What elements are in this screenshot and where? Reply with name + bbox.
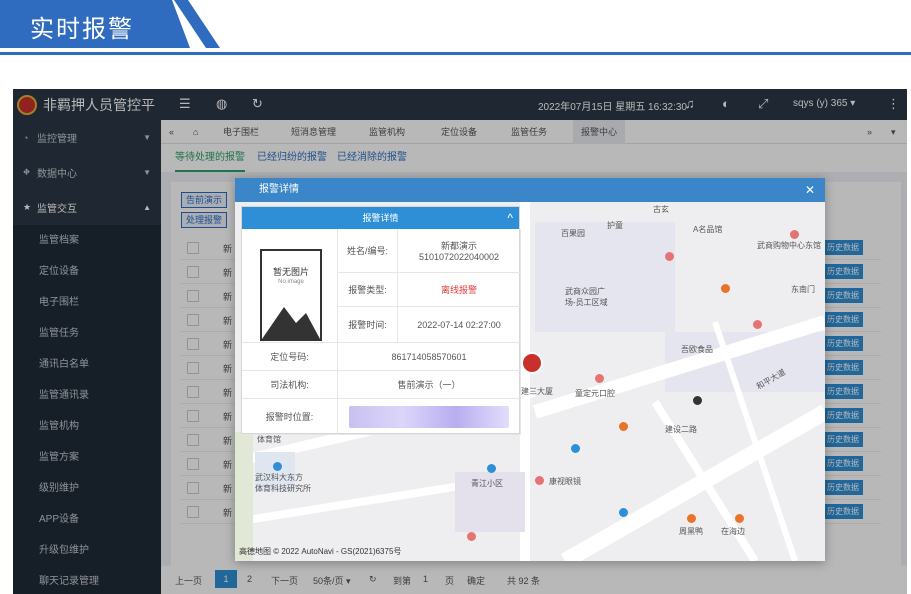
poi-marker-icon bbox=[753, 320, 762, 329]
banner-title: 实时报警 bbox=[30, 16, 134, 43]
map-label: 青江小区 bbox=[471, 479, 503, 488]
pos-label: 报警时位置: bbox=[242, 399, 338, 435]
map-label: 东南门 bbox=[791, 285, 815, 294]
map-label: 体育科技研究所 bbox=[255, 484, 311, 493]
close-icon[interactable]: ✕ bbox=[805, 178, 815, 202]
name-value-cell: 新都演示 5101072022040002 bbox=[398, 229, 521, 273]
map-label: 场-员工区域 bbox=[565, 298, 608, 307]
poi-marker-icon bbox=[665, 252, 674, 261]
poi-marker-icon bbox=[273, 462, 282, 471]
poi-marker-icon bbox=[790, 230, 799, 239]
metro-icon bbox=[693, 396, 702, 405]
map-label: 周黑鸭 bbox=[679, 527, 703, 536]
map-label: 百果园 bbox=[561, 229, 585, 238]
chevron-up-icon[interactable]: ^ bbox=[507, 207, 513, 229]
no-image-placeholder: 暂无图片 No image bbox=[260, 249, 322, 341]
map-label: 在海边 bbox=[721, 527, 745, 536]
bus-stop-icon bbox=[571, 444, 580, 453]
map-view[interactable]: 古玄 百果园 护童 A名品馆 武商众园广 场-员工区域 武商购物中心东馆 东南门… bbox=[235, 202, 825, 561]
poi-marker-icon bbox=[467, 532, 476, 541]
map-label: 武汉科大东方 bbox=[255, 473, 303, 482]
panel-title: 报警详情 bbox=[362, 213, 399, 223]
dialog-header: 报警详情 ✕ bbox=[235, 178, 825, 202]
mcdonalds-icon bbox=[721, 284, 730, 293]
map-label: 建三大厦 bbox=[521, 387, 553, 396]
map-label: 护童 bbox=[607, 221, 623, 230]
poi-marker-icon bbox=[619, 508, 628, 517]
map-label: 古玄 bbox=[653, 205, 669, 214]
alarm-info-panel: 报警详情 ^ 暂无图片 No image 姓名/编号: 新都演示 5101072… bbox=[241, 206, 521, 435]
loc-value: 861714058570601 bbox=[338, 343, 521, 371]
poi-marker-icon bbox=[595, 374, 604, 383]
dialog-title: 报警详情 bbox=[259, 184, 299, 195]
map-label: 武商众园广 bbox=[565, 287, 605, 296]
id-value: 5101072022040002 bbox=[418, 252, 500, 262]
map-label: 吾欧食品 bbox=[681, 345, 713, 354]
poi-marker-icon bbox=[687, 514, 696, 523]
map-label: 建设二路 bbox=[665, 425, 697, 434]
poi-marker-icon bbox=[535, 476, 544, 485]
poi-marker-icon bbox=[487, 464, 496, 473]
name-value: 新都演示 bbox=[440, 241, 477, 251]
map-label: 体育馆 bbox=[257, 435, 281, 444]
map-attribution: 高德地图 © 2022 AutoNavi - GS(2021)6375号 bbox=[239, 547, 402, 556]
map-label: 武商购物中心东馆 bbox=[757, 241, 821, 250]
poi-marker-icon bbox=[735, 514, 744, 523]
name-label: 姓名/编号: bbox=[338, 229, 398, 273]
org-value: 售前演示（一） bbox=[338, 371, 521, 399]
type-value: 离线报警 bbox=[398, 273, 521, 307]
person-location-pin-icon[interactable] bbox=[521, 352, 543, 374]
time-value: 2022-07-14 02:27:00 bbox=[398, 307, 521, 343]
loc-label: 定位号码: bbox=[242, 343, 338, 371]
blurred-address bbox=[349, 405, 509, 428]
no-image-subtext: No image bbox=[278, 279, 304, 285]
type-label: 报警类型: bbox=[338, 273, 398, 307]
map-label: 童定元口腔 bbox=[575, 389, 615, 398]
map-label: 康视眼镜 bbox=[549, 477, 581, 486]
alarm-detail-dialog: 报警详情 ✕ 古玄 百果园 护童 A名品馆 武商众园广 场-员工区域 武商购物中… bbox=[235, 178, 825, 561]
map-label: A名品馆 bbox=[693, 225, 723, 234]
pos-value-cell bbox=[338, 399, 521, 435]
banner-underline bbox=[0, 52, 911, 55]
page-banner: 实时报警 bbox=[0, 0, 911, 58]
time-label: 报警时间: bbox=[338, 307, 398, 343]
org-label: 司法机构: bbox=[242, 371, 338, 399]
app-window: 非羁押人员管控平 ☰ ◍ ↻ 2022年07月15日 星期五 16:32:30 … bbox=[13, 89, 907, 594]
no-image-text: 暂无图片 bbox=[272, 267, 309, 277]
panel-header: 报警详情 ^ bbox=[242, 207, 519, 229]
photo-cell: 暂无图片 No image bbox=[242, 229, 338, 343]
mountain-icon bbox=[262, 307, 320, 339]
mcdonalds-icon bbox=[619, 422, 628, 431]
